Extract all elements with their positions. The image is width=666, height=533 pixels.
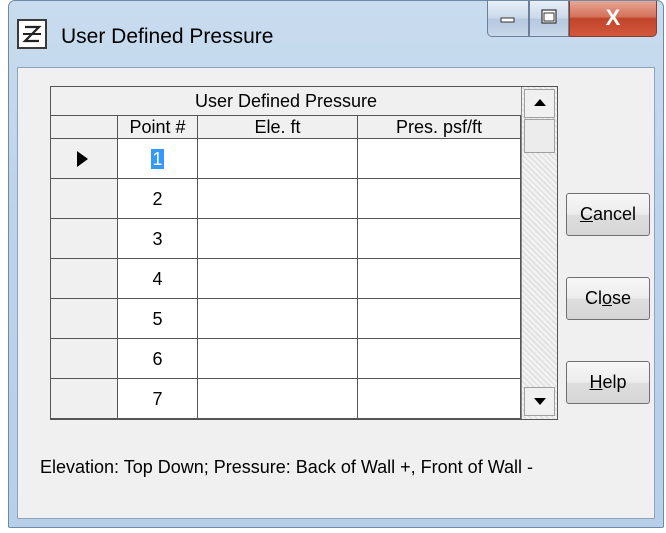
cancel-mnemonic: C: [579, 204, 593, 224]
vertical-scrollbar[interactable]: [521, 87, 557, 419]
minimize-icon: [500, 17, 515, 23]
row-selector[interactable]: [51, 259, 118, 299]
cell-elevation[interactable]: [198, 339, 358, 379]
app-icon[interactable]: [17, 19, 47, 49]
cell-elevation[interactable]: [198, 219, 358, 259]
help-mnemonic: H: [589, 372, 603, 392]
row-selector[interactable]: [51, 219, 118, 259]
cell-point[interactable]: 5: [118, 299, 198, 339]
close-label-end: se: [612, 288, 632, 308]
col-header-point[interactable]: Point #: [118, 116, 198, 139]
row-selector[interactable]: [51, 179, 118, 219]
dialog-client-area: User Defined Pressure Point # Ele. ft Pres…: [17, 67, 655, 519]
cell-pressure[interactable]: [358, 219, 521, 259]
cell-elevation[interactable]: [198, 139, 358, 179]
scroll-down-button[interactable]: [524, 387, 555, 416]
col-header-row-selector: [51, 116, 118, 139]
scroll-thumb[interactable]: [524, 119, 555, 153]
arrow-up-icon: [534, 99, 546, 106]
pressure-grid[interactable]: User Defined Pressure Point # Ele. ft Pres…: [50, 86, 558, 420]
title-bar[interactable]: User Defined Pressure X: [9, 1, 663, 67]
cell-point[interactable]: 7: [118, 379, 198, 419]
scroll-up-button[interactable]: [524, 89, 555, 118]
help-label: elp: [602, 372, 627, 392]
grid-caption: User Defined Pressure: [51, 87, 521, 116]
col-header-elevation[interactable]: Ele. ft: [198, 116, 358, 139]
cell-pressure[interactable]: [358, 179, 521, 219]
cell-elevation[interactable]: [198, 299, 358, 339]
maximize-button[interactable]: [529, 1, 569, 37]
window-title: User Defined Pressure: [61, 25, 274, 48]
cell-pressure[interactable]: [358, 339, 521, 379]
close-window-button[interactable]: X: [569, 1, 657, 37]
dialog-window: User Defined Pressure X User Defined Pre…: [8, 0, 664, 528]
row-selector[interactable]: [51, 339, 118, 379]
selected-cell-text: 1: [151, 149, 164, 169]
help-button[interactable]: Help: [566, 361, 650, 404]
row-selector[interactable]: [51, 299, 118, 339]
footer-note: Elevation: Top Down; Pressure: Back of W…: [40, 457, 534, 477]
cell-point[interactable]: 1: [118, 139, 198, 179]
cell-pressure[interactable]: [358, 379, 521, 419]
col-header-pressure[interactable]: Pres. psf/ft: [358, 116, 521, 139]
cell-elevation[interactable]: [198, 379, 358, 419]
cancel-label: ancel: [592, 204, 637, 224]
cell-point[interactable]: 4: [118, 259, 198, 299]
cell-pressure[interactable]: [358, 139, 521, 179]
row-selector[interactable]: [51, 139, 118, 179]
arrow-down-icon: [534, 398, 546, 405]
cell-elevation[interactable]: [198, 259, 358, 299]
cell-pressure[interactable]: [358, 299, 521, 339]
minimize-button[interactable]: [487, 1, 529, 37]
close-icon: X: [605, 5, 621, 30]
close-label-start: Cl: [584, 288, 602, 308]
row-selector[interactable]: [51, 379, 118, 419]
cell-point[interactable]: 6: [118, 339, 198, 379]
maximize-icon: [541, 9, 557, 24]
cell-elevation[interactable]: [198, 179, 358, 219]
current-row-arrow-icon: [77, 151, 88, 167]
cell-pressure[interactable]: [358, 259, 521, 299]
cell-point[interactable]: 2: [118, 179, 198, 219]
cancel-button[interactable]: Cancel: [566, 193, 650, 236]
close-button[interactable]: Close: [566, 277, 650, 320]
close-mnemonic: o: [601, 288, 612, 308]
cell-point[interactable]: 3: [118, 219, 198, 259]
